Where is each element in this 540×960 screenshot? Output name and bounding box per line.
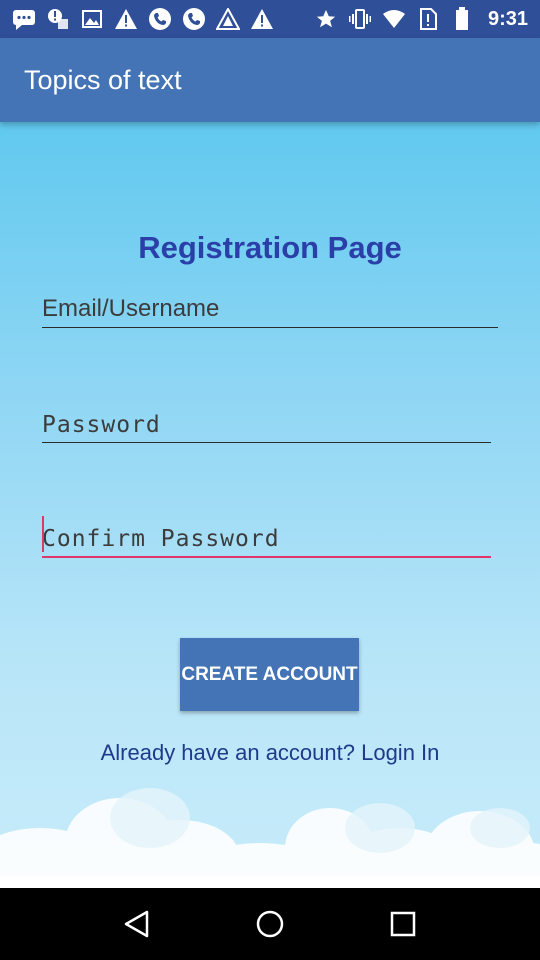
- back-button[interactable]: [107, 894, 167, 954]
- home-icon: [256, 910, 284, 938]
- app-icon: [216, 7, 240, 31]
- vibrate-icon: [348, 7, 372, 31]
- login-link[interactable]: Already have an account? Login In: [0, 740, 540, 766]
- no-sim-icon: [416, 7, 440, 31]
- back-icon: [124, 910, 148, 938]
- create-account-button[interactable]: CREATE ACCOUNT: [180, 638, 359, 711]
- text-cursor: [42, 516, 44, 552]
- notification-icons: [12, 7, 274, 31]
- message-icon: [12, 7, 36, 31]
- app-title: Topics of text: [24, 64, 182, 95]
- star-icon: [314, 7, 338, 31]
- recents-icon: [391, 911, 416, 937]
- warning-icon: [114, 7, 138, 31]
- password-input[interactable]: [42, 412, 491, 438]
- wifi-icon: [382, 7, 406, 31]
- clouds-background: [0, 788, 540, 888]
- password-field[interactable]: [42, 403, 491, 443]
- recents-button[interactable]: [373, 894, 433, 954]
- page-title: Registration Page: [138, 230, 402, 265]
- image-icon: [80, 7, 104, 31]
- navigation-bar: [0, 888, 540, 960]
- app-bar: Topics of text: [0, 38, 540, 122]
- home-button[interactable]: [240, 894, 300, 954]
- phone-icon: [148, 7, 172, 31]
- email-field[interactable]: [42, 288, 498, 328]
- confirm-password-input[interactable]: [42, 526, 491, 552]
- confirm-password-field[interactable]: [42, 516, 491, 558]
- alert-notification-icon: [46, 7, 70, 31]
- status-bar: 9:31: [0, 0, 540, 38]
- registration-screen: Registration Page CREATE ACCOUNT Already…: [0, 122, 540, 888]
- phone-icon: [182, 7, 206, 31]
- email-input[interactable]: [42, 295, 498, 323]
- warning-icon: [250, 7, 274, 31]
- clock: 9:31: [487, 7, 528, 30]
- system-icons: 9:31: [314, 7, 528, 31]
- battery-icon: [450, 7, 474, 31]
